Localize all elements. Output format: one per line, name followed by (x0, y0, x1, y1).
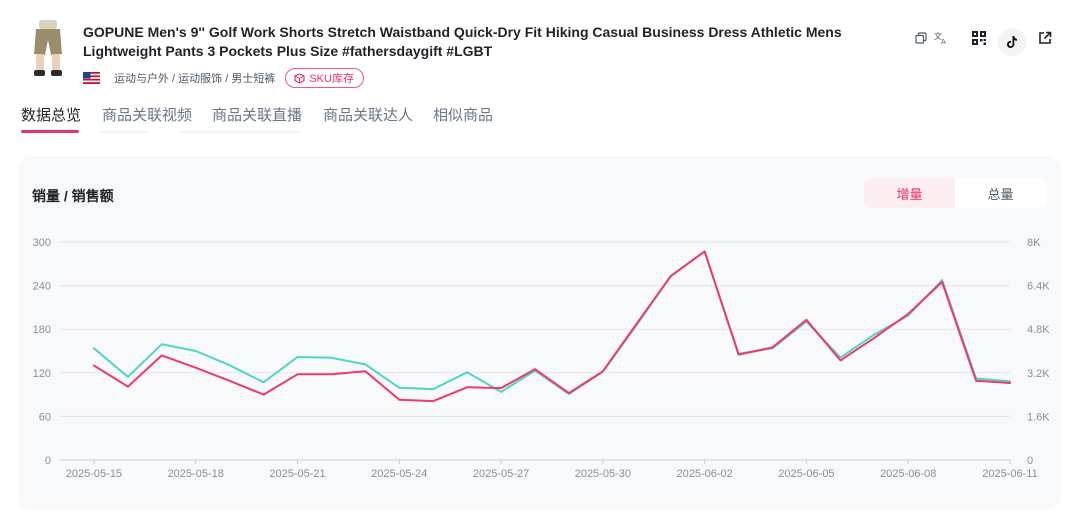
x-tick-label: 2025-05-21 (269, 468, 325, 480)
x-tick-label: 2025-05-18 (168, 468, 224, 480)
y-left-tick-label: 300 (33, 237, 51, 249)
x-tick-label: 2025-06-05 (778, 468, 834, 480)
y-left-tick-label: 0 (45, 455, 51, 467)
x-tick-label: 2025-05-15 (66, 468, 122, 480)
y-right-tick-label: 0 (1027, 455, 1033, 467)
y-right-tick-label: 4.8K (1027, 324, 1050, 336)
x-tick-label: 2025-06-11 (982, 468, 1037, 480)
sales-line-chart: 0 0 60 1.6K 120 3.2K 180 4.8K 240 6.4K 300 8K 2025-0… (33, 237, 1051, 480)
y-right-tick-label: 3.2K (1027, 368, 1050, 380)
y-left-tick-label: 180 (33, 324, 51, 336)
x-tick-label: 2025-05-27 (473, 468, 529, 480)
sales-volume-line (92, 250, 1011, 403)
y-left-tick-label: 120 (33, 368, 51, 380)
y-left-tick-label: 240 (33, 281, 51, 293)
x-tick-label: 2025-06-02 (677, 468, 733, 480)
x-tick-label: 2025-05-24 (371, 468, 427, 480)
y-right-tick-label: 1.6K (1027, 411, 1050, 423)
y-right-tick-label: 6.4K (1027, 281, 1050, 293)
x-tick-label: 2025-05-30 (575, 468, 631, 480)
y-left-tick-label: 60 (39, 411, 51, 423)
y-right-tick-label: 8K (1027, 237, 1041, 249)
x-tick-label: 2025-06-08 (880, 468, 936, 480)
